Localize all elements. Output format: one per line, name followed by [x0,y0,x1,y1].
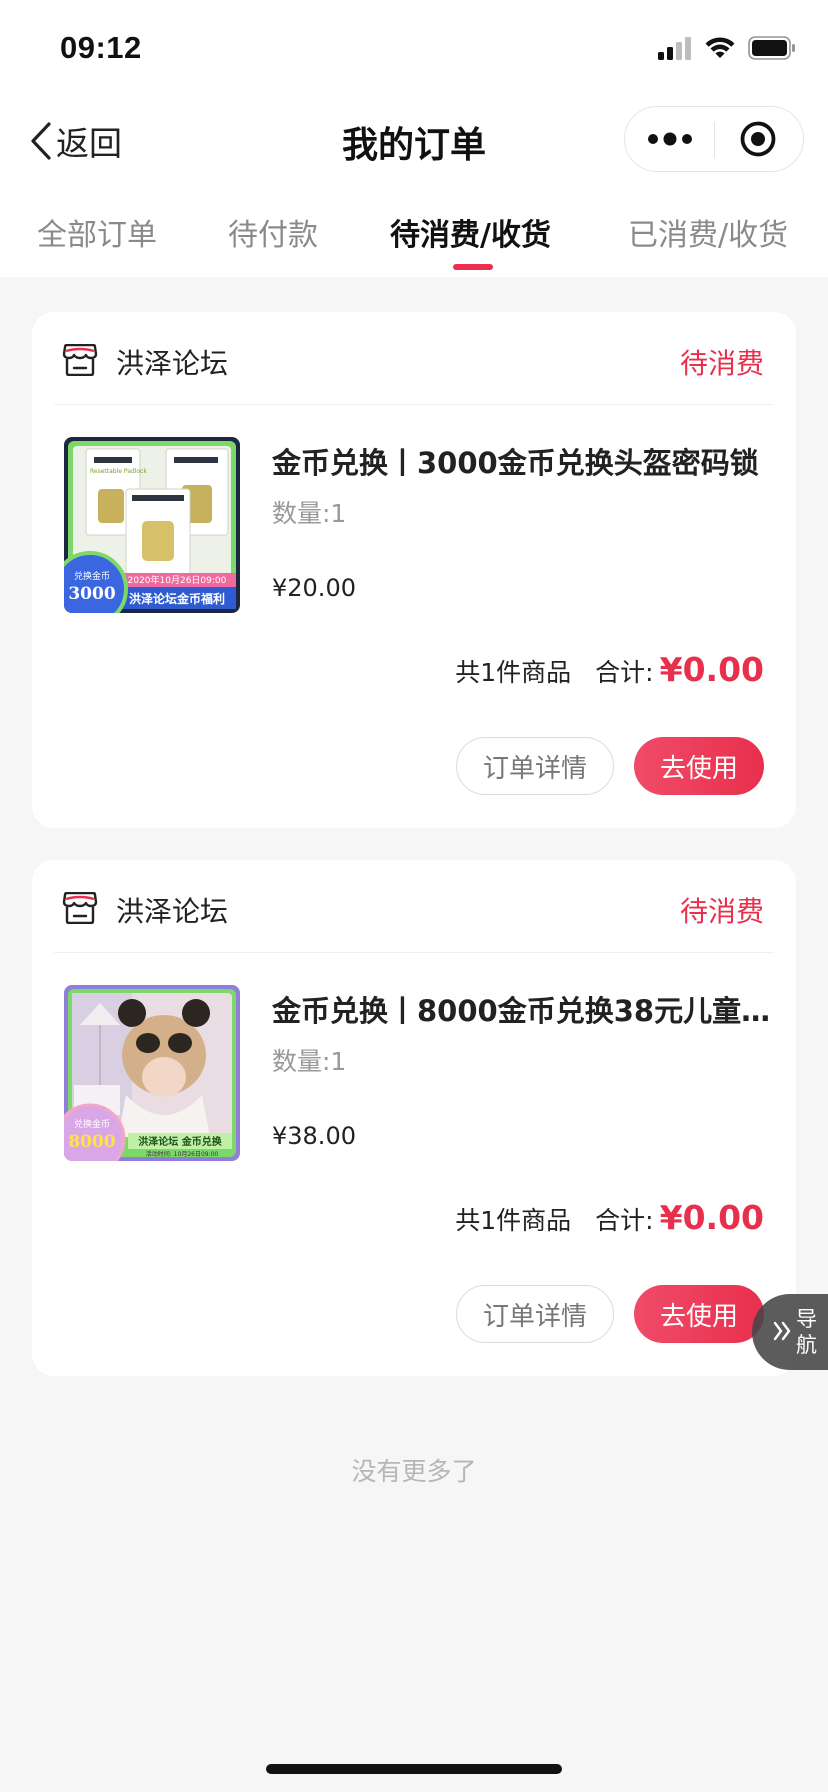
item-count: 共1件商品 [455,1206,572,1235]
total-label: 合计: [595,1206,654,1235]
product-thumbnail[interactable]: 洪泽论坛 金币兑换 活动时间: 10月26日09:00 兑换金币 8000 [64,985,240,1161]
svg-text:2020年10月26日09:00: 2020年10月26日09:00 [128,574,227,586]
svg-text:洪泽论坛金币福利: 洪泽论坛金币福利 [129,591,225,606]
order-summary: 共1件商品 合计: ¥0.00 [455,1198,764,1237]
cellular-signal-icon [658,37,691,60]
order-detail-button[interactable]: 订单详情 [456,737,614,795]
status-time: 09:12 [60,30,142,65]
svg-text:洪泽论坛 金币兑换: 洪泽论坛 金币兑换 [138,1135,222,1148]
store-name[interactable]: 洪泽论坛 [116,342,228,382]
floating-nav-label: 导航 [796,1307,817,1357]
store-icon [62,344,98,376]
tab-pending-payment[interactable]: 待付款 [228,210,318,254]
navigation-bar: 返回 我的订单 [0,100,828,180]
more-button[interactable] [625,107,715,170]
tab-all-orders[interactable]: 全部订单 [37,210,157,254]
order-card-header: 洪泽论坛 待消费 [32,312,796,404]
total-amount: ¥0.00 [659,1198,764,1237]
product-price: ¥20.00 [272,574,356,602]
wifi-icon [705,37,735,58]
item-count: 共1件商品 [455,658,572,687]
no-more-text: 没有更多了 [351,1457,477,1486]
more-dots-icon [648,132,692,145]
floating-nav-button[interactable]: 导航 [752,1294,828,1370]
active-tab-indicator [453,264,493,270]
order-card: 洪泽论坛 待消费 Resettable Padlock 2020年10月26日0… [32,312,796,828]
tab-pending-use[interactable]: 待消费/收货 [390,210,551,254]
order-status: 待消费 [679,347,764,380]
order-card: 洪泽论坛 待消费 洪泽论坛 金币兑换 活动时间: 10月26日09:00 兑换金… [32,860,796,1376]
mini-program-capsule [624,106,804,172]
svg-text:活动时间: 10月26日09:00: 活动时间: 10月26日09:00 [146,1150,219,1158]
product-title[interactable]: 金币兑换丨8000金币兑换38元儿童熊猫帽 [272,988,772,1030]
order-summary: 共1件商品 合计: ¥0.00 [455,650,764,689]
order-card-header: 洪泽论坛 待消费 [32,860,796,952]
total-amount: ¥0.00 [659,650,764,689]
product-title[interactable]: 金币兑换丨3000金币兑换头盔密码锁 [272,440,772,482]
status-bar: 09:12 [0,0,828,100]
use-button[interactable]: 去使用 [634,1285,764,1343]
svg-text:兑换金币: 兑换金币 [74,1118,110,1130]
svg-text:3000: 3000 [68,584,115,604]
order-tabs: 全部订单 待付款 待消费/收货 已消费/收货 [0,200,828,277]
divider [54,952,774,953]
double-chevron-right-icon [773,1321,791,1341]
product-quantity: 数量:1 [272,1047,347,1076]
svg-text:兑换金币: 兑换金币 [74,570,110,582]
total-label: 合计: [595,658,654,687]
store-icon [62,892,98,924]
svg-text:8000: 8000 [68,1132,115,1152]
header: 09:12 返回 我的订单 全部订单 待付款 待消费/收货 已消费/收货 [0,0,828,277]
divider [54,404,774,405]
store-name[interactable]: 洪泽论坛 [116,890,228,930]
svg-text:Resettable Padlock: Resettable Padlock [90,468,147,475]
tab-used[interactable]: 已消费/收货 [628,210,788,254]
target-close-icon [740,121,776,156]
product-thumbnail[interactable]: Resettable Padlock 2020年10月26日09:00 洪泽论坛… [64,437,240,613]
close-button[interactable] [713,107,803,170]
status-icons [658,36,796,60]
home-indicator [266,1764,562,1774]
order-detail-button[interactable]: 订单详情 [456,1285,614,1343]
battery-icon [748,36,795,60]
order-status: 待消费 [679,895,764,928]
use-button[interactable]: 去使用 [634,737,764,795]
product-quantity: 数量:1 [272,499,347,528]
product-price: ¥38.00 [272,1122,356,1150]
